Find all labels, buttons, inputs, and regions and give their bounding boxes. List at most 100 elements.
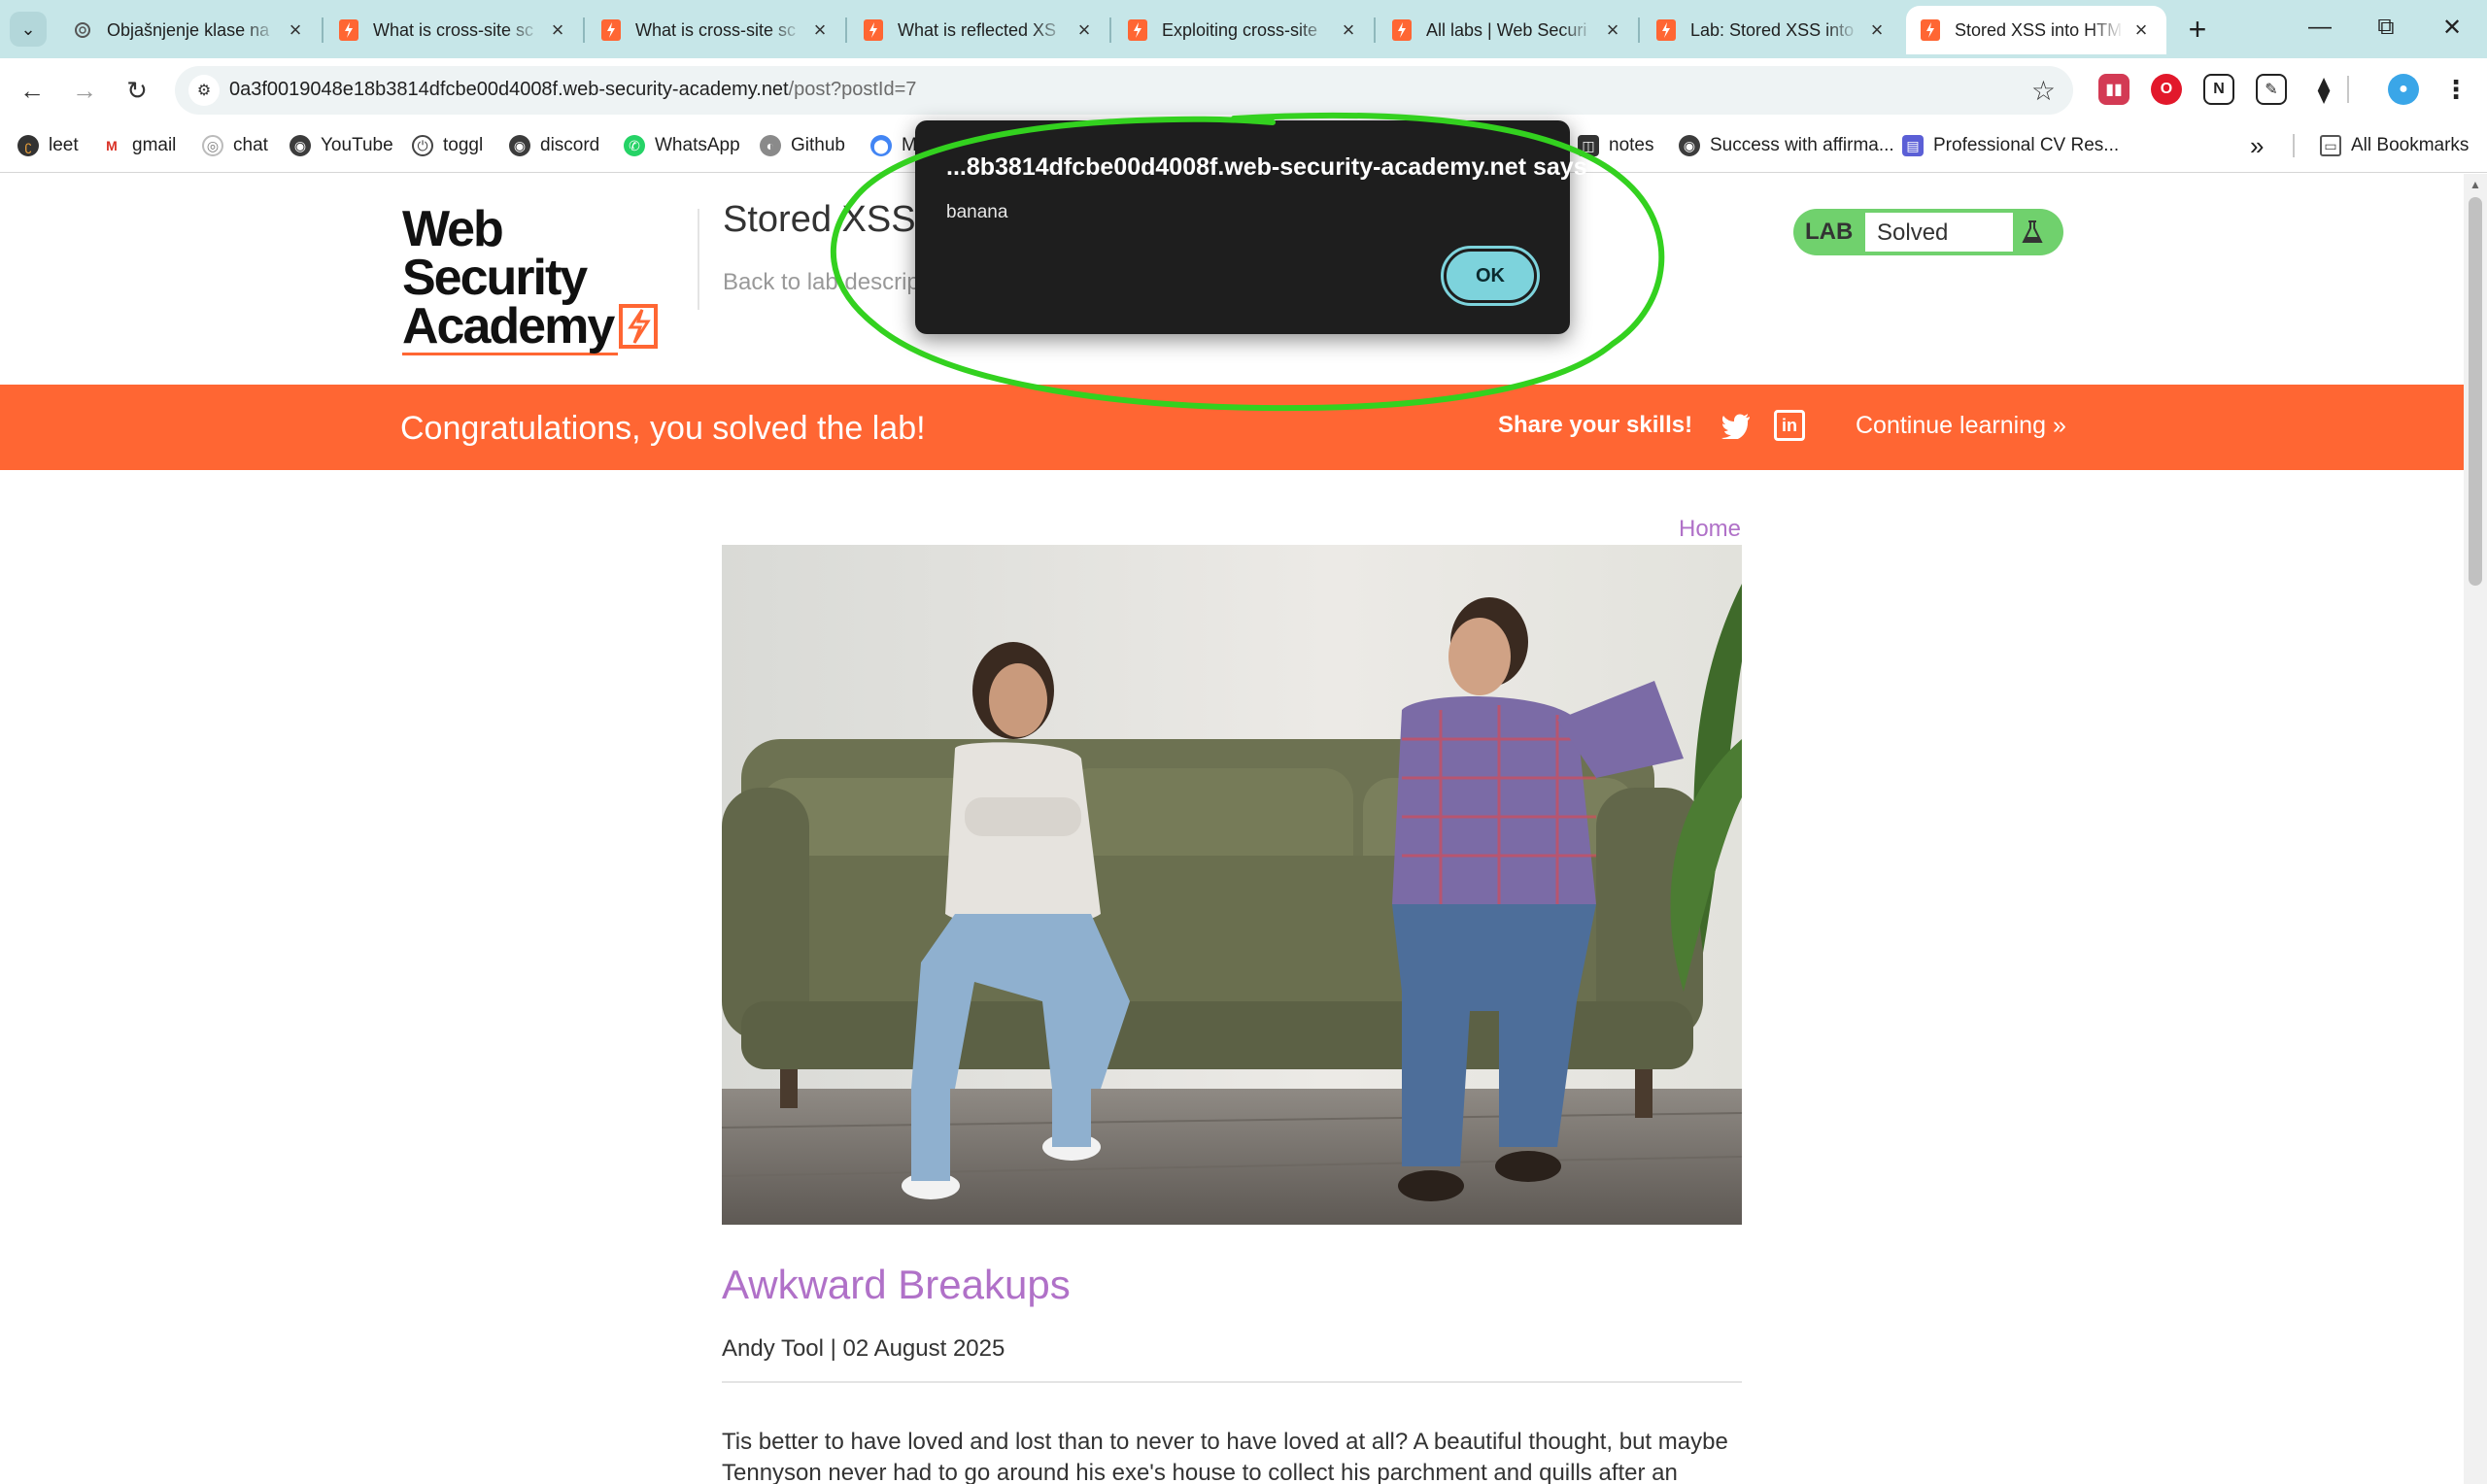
bookmark-gmail[interactable]: Mgmail <box>101 130 176 161</box>
toolbar-divider <box>2347 76 2349 103</box>
bookmark-cv[interactable]: ▤ Professional CV Res... <box>1902 130 2119 161</box>
close-icon[interactable]: × <box>808 17 832 43</box>
github-icon: ◐ <box>760 135 781 156</box>
close-icon[interactable]: × <box>1865 17 1889 43</box>
more-menu-icon[interactable]: ⋮ <box>2440 74 2471 105</box>
site-info-icon[interactable]: ⚙ <box>188 75 220 106</box>
tab-title: Objašnjenje klase na <box>107 19 270 40</box>
chatgpt-icon: ◎ <box>202 135 223 156</box>
folder-icon: ▭ <box>2320 135 2341 156</box>
bookmarks-divider <box>2293 134 2295 157</box>
cv-icon: ▤ <box>1902 135 1924 156</box>
bookmark-notes[interactable]: ◫ notes <box>1578 130 1653 161</box>
alert-ok-button[interactable]: OK <box>1441 246 1540 306</box>
tab-separator <box>1109 17 1111 43</box>
alert-origin: ...8b3814dfcbe00d4008f.web-security-acad… <box>946 153 1587 181</box>
tab-7-active[interactable]: Stored XSS into HTM × <box>1906 6 2166 54</box>
tab-search-button[interactable]: ⌄ <box>10 12 47 47</box>
scroll-up-arrow-icon[interactable]: ▲ <box>2470 178 2481 191</box>
reload-icon: ↻ <box>126 75 148 105</box>
bookmark-discord[interactable]: ◉ discord <box>509 130 599 161</box>
back-button[interactable]: ← <box>12 70 52 111</box>
restore-icon: ⧉ <box>2377 14 2395 40</box>
reload-button[interactable]: ↻ <box>117 70 157 111</box>
tab-0[interactable]: Objašnjenje klase na × <box>58 6 321 54</box>
lab-title: Stored XSS <box>723 199 916 240</box>
bookmark-youtube[interactable]: ◉ YouTube <box>290 130 393 161</box>
close-icon[interactable]: × <box>546 17 569 43</box>
portswigger-icon <box>1127 19 1148 41</box>
bookmark-star-icon[interactable]: ☆ <box>2031 75 2056 107</box>
close-icon[interactable]: × <box>2129 17 2153 43</box>
globe-icon: ◉ <box>509 135 530 156</box>
extension-opera-icon[interactable]: O <box>2151 74 2182 105</box>
tab-4[interactable]: Exploiting cross-site × <box>1113 6 1374 54</box>
lab-status-text: Solved <box>1877 219 1949 246</box>
portswigger-icon <box>1655 19 1677 41</box>
portswigger-icon <box>1920 19 1941 41</box>
logo-line-1: Web Security <box>402 201 588 306</box>
tab-2[interactable]: What is cross-site sc × <box>587 6 845 54</box>
alert-message: banana <box>946 202 1008 222</box>
bookmark-success[interactable]: ◉ Success with affirma... <box>1679 130 1894 161</box>
gmail-icon: M <box>101 135 122 156</box>
new-tab-button[interactable]: + <box>2174 8 2221 51</box>
portswigger-icon <box>600 19 622 41</box>
page-scrollbar[interactable]: ▲ <box>2464 174 2487 1484</box>
tab-separator <box>583 17 585 43</box>
twitter-icon[interactable] <box>1720 410 1753 443</box>
all-bookmarks-button[interactable]: ▭ All Bookmarks <box>2320 130 2469 161</box>
bookmark-github[interactable]: ◐ Github <box>760 130 845 161</box>
bookmarks-overflow-button[interactable]: » <box>2250 130 2264 161</box>
extension-pocket-icon[interactable]: ▮▮ <box>2098 74 2129 105</box>
tab-title: All labs | Web Securi <box>1426 19 1587 40</box>
scrollbar-thumb[interactable] <box>2469 197 2482 586</box>
url-path: /post?postId=7 <box>788 79 917 100</box>
close-window-button[interactable]: ✕ <box>2423 6 2481 49</box>
tab-6[interactable]: Lab: Stored XSS into × <box>1642 6 1902 54</box>
tab-5[interactable]: All labs | Web Securi × <box>1378 6 1638 54</box>
continue-learning-link[interactable]: Continue learning » <box>1856 412 2066 440</box>
profile-avatar[interactable]: ● <box>2388 74 2419 105</box>
page-content: Web Security Academy Stored XSS Back to … <box>0 174 2464 1484</box>
globe-icon: ◉ <box>1679 135 1700 156</box>
javascript-alert-dialog: ...8b3814dfcbe00d4008f.web-security-acad… <box>915 120 1587 334</box>
bookmark-maps[interactable]: ⬤ M <box>870 130 917 161</box>
extension-pen-icon[interactable]: ✎ <box>2256 74 2287 105</box>
bookmark-chat[interactable]: ◎ chat <box>202 130 268 161</box>
restore-button[interactable]: ⧉ <box>2357 6 2415 49</box>
bookmark-toggl[interactable]: ⏻ toggl <box>412 130 483 161</box>
tab-3[interactable]: What is reflected XS × <box>849 6 1109 54</box>
double-chevron-right-icon: » <box>2250 130 2265 160</box>
url-text[interactable]: 0a3f0019048e18b3814dfcbe00d4008f.web-sec… <box>229 79 916 101</box>
forward-button[interactable]: → <box>64 70 105 111</box>
address-bar[interactable]: ⚙ 0a3f0019048e18b3814dfcbe00d4008f.web-s… <box>175 66 2073 115</box>
post-body: Tis better to have loved and lost than t… <box>722 1429 1728 1484</box>
tab-title: Stored XSS into HTM <box>1955 19 2123 40</box>
logo-line-2: Academy <box>402 298 615 354</box>
close-icon[interactable]: × <box>1337 17 1360 43</box>
lab-badge: LAB <box>1805 219 1854 245</box>
tab-title: What is cross-site sc <box>373 19 534 40</box>
plus-icon: + <box>2188 11 2207 47</box>
extension-notion-icon[interactable]: N <box>2203 74 2234 105</box>
web-security-academy-logo[interactable]: Web Security Academy <box>402 201 694 355</box>
extensions-puzzle-icon[interactable]: ⧫ <box>2308 74 2339 105</box>
maps-icon: ⬤ <box>870 135 892 156</box>
portswigger-icon <box>338 19 359 41</box>
close-icon[interactable]: × <box>1601 17 1624 43</box>
minimize-button[interactable]: — <box>2291 6 2349 49</box>
header-divider <box>698 209 699 310</box>
bookmark-whatsapp[interactable]: ✆ WhatsApp <box>624 130 740 161</box>
post-title: Awkward Breakups <box>722 1262 1071 1307</box>
bookmark-leet[interactable]: ʗ leet <box>17 130 79 161</box>
home-link[interactable]: Home <box>1679 516 1741 543</box>
toggl-icon: ⏻ <box>412 135 433 156</box>
leetcode-icon: ʗ <box>17 135 39 156</box>
tab-title: What is reflected XS <box>898 19 1057 40</box>
close-icon[interactable]: × <box>1073 17 1096 43</box>
lab-status-box: Solved <box>1865 213 2013 252</box>
close-icon[interactable]: × <box>284 17 307 43</box>
tab-1[interactable]: What is cross-site sc × <box>324 6 583 54</box>
linkedin-icon[interactable]: in <box>1774 410 1805 441</box>
